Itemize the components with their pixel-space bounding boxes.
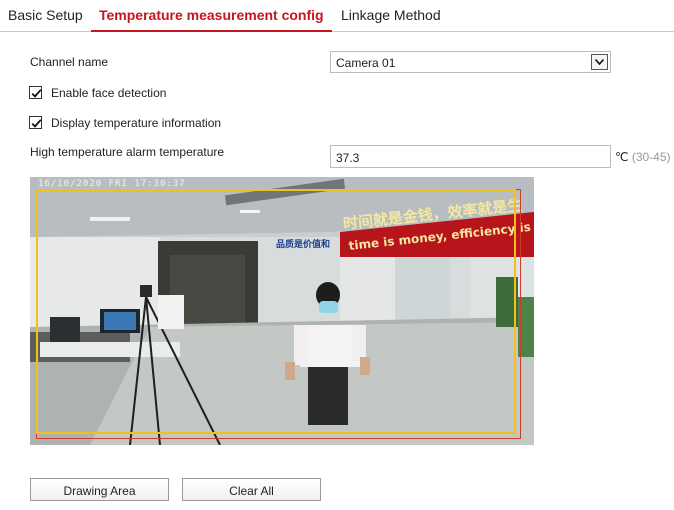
tab-bar: Basic Setup Temperature measurement conf… bbox=[0, 0, 674, 32]
osd-timestamp: 16/10/2020 FRI 17:30:37 bbox=[38, 179, 186, 189]
channel-select[interactable]: Camera 01 bbox=[330, 51, 611, 73]
celsius-unit: ℃ bbox=[615, 150, 629, 164]
face-detection-checkbox[interactable] bbox=[29, 86, 42, 99]
alarm-temperature-value: 37.3 bbox=[336, 151, 360, 165]
drawing-area-button[interactable]: Drawing Area bbox=[30, 478, 169, 501]
temperature-range: (30-45) bbox=[631, 150, 671, 164]
channel-select-value: Camera 01 bbox=[336, 56, 396, 70]
display-temperature-checkbox[interactable] bbox=[29, 116, 42, 129]
display-temperature-label: Display temperature information bbox=[51, 116, 222, 130]
tab-linkage-method[interactable]: Linkage Method bbox=[341, 0, 441, 30]
alarm-temperature-input[interactable]: 37.3 bbox=[330, 145, 611, 168]
tab-temperature-measurement-config[interactable]: Temperature measurement config bbox=[91, 0, 332, 32]
temperature-unit: ℃ (30-45) bbox=[615, 150, 671, 164]
clear-all-button[interactable]: Clear All bbox=[182, 478, 321, 501]
face-detection-label: Enable face detection bbox=[51, 86, 167, 100]
detection-area-yellow bbox=[36, 189, 516, 434]
chevron-down-icon[interactable] bbox=[591, 54, 608, 70]
channel-name-label: Channel name bbox=[30, 55, 109, 69]
tab-basic-setup[interactable]: Basic Setup bbox=[8, 0, 83, 30]
alarm-temperature-label: High temperature alarm temperature bbox=[30, 145, 225, 159]
camera-preview[interactable]: 16/10/2020 FRI 17:30:37 时间就是金钱，效率就是生 tim… bbox=[30, 177, 534, 445]
